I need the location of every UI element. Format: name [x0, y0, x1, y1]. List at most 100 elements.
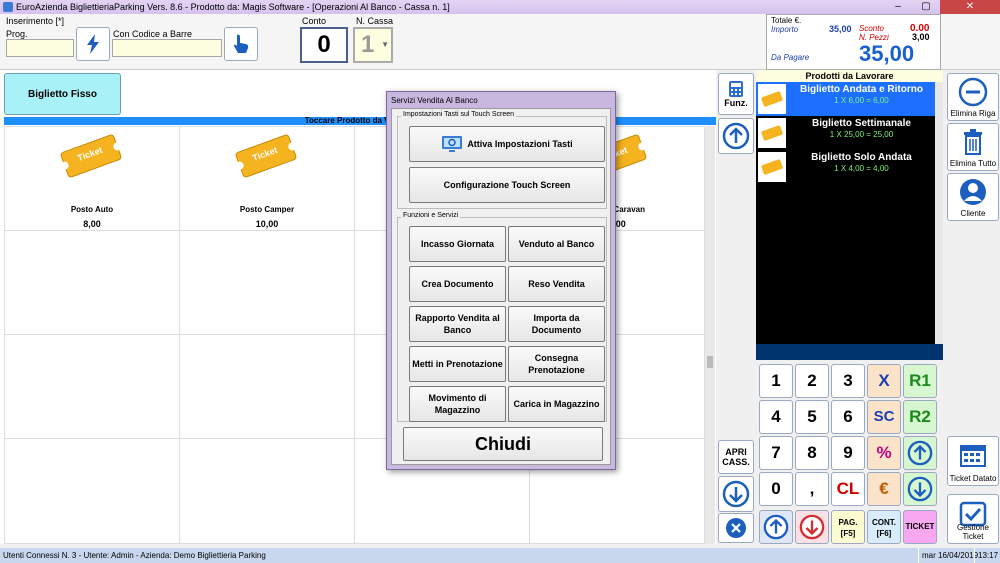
- cliente-button[interactable]: Cliente: [947, 173, 999, 221]
- crea-documento-button[interactable]: Crea Documento: [409, 266, 506, 302]
- funz-button[interactable]: Funz.: [718, 73, 754, 115]
- prodotti-row-name: Biglietto Settimanale: [812, 118, 911, 129]
- prodotti-row[interactable]: Biglietto Andata e Ritorno 1 X 6,00 = 6,…: [756, 82, 935, 116]
- importa-documento-button[interactable]: Importa da Documento: [508, 306, 605, 342]
- prodotti-row[interactable]: Biglietto Settimanale 1 X 25,00 = 25,00: [756, 116, 935, 150]
- elimina-tutto-label: Elimina Tutto: [949, 159, 997, 168]
- totals-panel: Totale €. Importo 35,00 Sconto 0.00 N. P…: [766, 14, 941, 70]
- arrow-up-circle-icon: [763, 514, 789, 540]
- prodotti-row[interactable]: Biglietto Solo Andata 1 X 4,00 = 4,00: [756, 150, 935, 184]
- arrow-down-circle-icon: [907, 476, 933, 502]
- key-0[interactable]: 0: [759, 472, 793, 506]
- barcode-label: Con Codice a Barre: [113, 29, 193, 39]
- prodotti-scrollbar[interactable]: [935, 82, 943, 352]
- incasso-giornata-button[interactable]: Incasso Giornata: [409, 226, 506, 262]
- cont-button[interactable]: CONT. [F6]: [867, 510, 901, 544]
- chiudi-button[interactable]: Chiudi: [403, 427, 603, 461]
- key-euro[interactable]: €: [867, 472, 901, 506]
- close-button[interactable]: ✕: [940, 0, 1000, 14]
- rapporto-vendita-button[interactable]: Rapporto Vendita al Banco: [409, 306, 506, 342]
- movimento-magazzino-button[interactable]: Movimento di Magazzino: [409, 386, 506, 422]
- apri-cassetto-button[interactable]: APRI CASS.: [718, 440, 754, 474]
- trash-icon: [964, 129, 982, 155]
- key-8[interactable]: 8: [795, 436, 829, 470]
- gestione-ticket-button[interactable]: Gestione Ticket: [947, 494, 999, 544]
- app-icon: [3, 2, 13, 12]
- prog-input[interactable]: [6, 39, 74, 57]
- key-r1[interactable]: R1: [903, 364, 937, 398]
- key-percent[interactable]: %: [867, 436, 901, 470]
- reso-vendita-button[interactable]: Reso Vendita: [508, 266, 605, 302]
- scroll-thumb[interactable]: [707, 356, 713, 368]
- touch-button[interactable]: [224, 27, 258, 61]
- ticket-button[interactable]: TICKET: [903, 510, 937, 544]
- lightning-button[interactable]: [76, 27, 110, 61]
- consegna-prenotazione-button[interactable]: Consegna Prenotazione: [508, 346, 605, 382]
- title-bar: EuroAzienda BigliettieriaParking Vers. 8…: [0, 0, 1000, 14]
- dapagare-label: Da Pagare: [771, 53, 810, 62]
- key-9[interactable]: 9: [831, 436, 865, 470]
- window-title: EuroAzienda BigliettieriaParking Vers. 8…: [16, 2, 450, 12]
- product-price: 8,00: [83, 219, 101, 229]
- key-sc[interactable]: SC: [867, 400, 901, 434]
- numeric-keypad: 1 2 3 X R1 4 5 6 SC R2 7 8 9 % 0 , CL € …: [757, 362, 943, 548]
- key-x[interactable]: X: [867, 364, 901, 398]
- ticket-datato-button[interactable]: Ticket Datato: [947, 436, 999, 486]
- key-down[interactable]: [903, 472, 937, 506]
- biglietto-fisso-button[interactable]: Biglietto Fisso: [4, 73, 121, 115]
- product-price: 10,00: [255, 219, 279, 229]
- elimina-riga-label: Elimina Riga: [950, 109, 996, 118]
- status-bar: Utenti Connessi N. 3 - Utente: Admin - A…: [0, 548, 1000, 563]
- calculator-icon: [729, 81, 743, 97]
- grid-scrollbar[interactable]: [705, 126, 715, 544]
- minimize-button[interactable]: –: [884, 0, 912, 14]
- key-up[interactable]: [903, 436, 937, 470]
- arrow-down-circle-icon: [722, 480, 750, 508]
- attiva-impostazioni-button[interactable]: Attiva Impostazioni Tasti: [409, 126, 605, 162]
- metti-prenotazione-button[interactable]: Metti in Prenotazione: [409, 346, 506, 382]
- status-date: mar 16/04/2019: [918, 548, 981, 563]
- product-tile-camper[interactable]: Ticket Posto Camper 10,00: [180, 127, 355, 231]
- key-r2[interactable]: R2: [903, 400, 937, 434]
- group-touch-settings: Impostazioni Tasti sul Touch Screen Atti…: [397, 111, 607, 209]
- maximize-button[interactable]: ▢: [912, 0, 940, 14]
- configurazione-touch-button[interactable]: Configurazione Touch Screen: [409, 167, 605, 203]
- cassa-select[interactable]: 1 ▼: [353, 27, 393, 63]
- funz-label: Funz.: [724, 98, 748, 108]
- pezzi-value: 3,00: [912, 32, 930, 42]
- key-scroll-up[interactable]: [759, 510, 793, 544]
- chevron-down-icon: ▼: [381, 40, 389, 49]
- scroll-up-button[interactable]: [718, 118, 754, 154]
- key-3[interactable]: 3: [831, 364, 865, 398]
- key-2[interactable]: 2: [795, 364, 829, 398]
- scroll-down-button[interactable]: [718, 476, 754, 512]
- key-4[interactable]: 4: [759, 400, 793, 434]
- carica-magazzino-button[interactable]: Carica in Magazzino: [508, 386, 605, 422]
- pag-button[interactable]: PAG. [F5]: [831, 510, 865, 544]
- dapagare-value: 35,00: [859, 41, 915, 66]
- key-1[interactable]: 1: [759, 364, 793, 398]
- importo-value: 35,00: [829, 24, 852, 34]
- prodotti-header: Prodotti da Lavorare: [756, 70, 943, 82]
- product-tile-auto[interactable]: Ticket Posto Auto 8,00: [5, 127, 180, 231]
- key-comma[interactable]: ,: [795, 472, 829, 506]
- importo-label: Importo: [771, 25, 799, 34]
- settings-screen-icon: [442, 136, 463, 152]
- elimina-riga-button[interactable]: Elimina Riga: [947, 73, 999, 121]
- calendar-icon: [960, 445, 986, 467]
- key-cl[interactable]: CL: [831, 472, 865, 506]
- grid-cell: [5, 231, 180, 335]
- key-5[interactable]: 5: [795, 400, 829, 434]
- grid-cell: [180, 439, 355, 544]
- elimina-tutto-button[interactable]: Elimina Tutto: [947, 123, 999, 171]
- group-funzioni: Funzioni e Servizi Incasso Giornata Vend…: [397, 212, 607, 422]
- grid-cell: [5, 439, 180, 544]
- cancel-button[interactable]: [718, 513, 754, 543]
- inserimento-label: Inserimento [*]: [6, 16, 65, 26]
- barcode-input[interactable]: [112, 39, 222, 57]
- key-6[interactable]: 6: [831, 400, 865, 434]
- ticket-icon: [758, 152, 786, 182]
- key-7[interactable]: 7: [759, 436, 793, 470]
- key-scroll-down[interactable]: [795, 510, 829, 544]
- venduto-banco-button[interactable]: Venduto al Banco: [508, 226, 605, 262]
